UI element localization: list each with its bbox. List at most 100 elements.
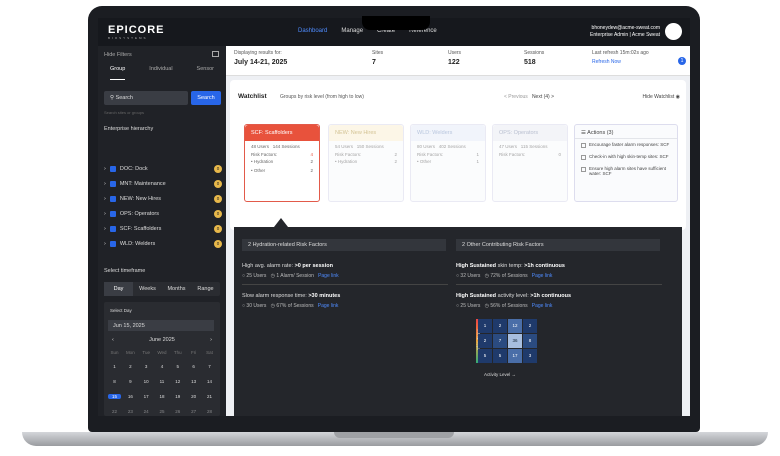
day[interactable]: 11 — [155, 379, 168, 384]
group-item-ops[interactable]: › OPS: Operators 0 — [104, 208, 222, 220]
day[interactable]: 6 — [187, 364, 200, 369]
tab-group[interactable]: Group — [110, 66, 126, 80]
selected-day[interactable]: 15 — [108, 394, 121, 399]
day[interactable]: 3 — [140, 364, 153, 369]
risk-detail-panel: 2 Hydration-related Risk Factors 2 Other… — [234, 227, 682, 416]
count-badge: 0 — [214, 180, 222, 188]
day[interactable]: 17 — [140, 394, 153, 399]
matrix-cell[interactable]: 2 — [523, 319, 537, 333]
count-badge: 0 — [214, 210, 222, 218]
matrix-cell[interactable]: 7 — [493, 334, 507, 348]
panel-toggle-icon[interactable] — [212, 51, 219, 57]
matrix-cell[interactable]: 8 — [523, 334, 537, 348]
day[interactable]: 5 — [171, 364, 184, 369]
day[interactable]: 22 — [108, 409, 121, 414]
hide-filters-link[interactable]: Hide Filters — [104, 52, 132, 58]
day[interactable]: 28 — [203, 409, 216, 414]
previous-button[interactable]: < Previous — [504, 94, 528, 100]
checkbox[interactable] — [109, 196, 116, 202]
tab-months[interactable]: Months — [162, 282, 191, 296]
checkbox — [581, 167, 586, 172]
checkbox[interactable] — [109, 241, 116, 247]
group-item-wld[interactable]: › WLD: Welders 0 — [104, 238, 222, 250]
day[interactable]: 9 — [124, 379, 137, 384]
group-card-scf[interactable]: SCF: Scaffolders 48 Users 144 Sessions R… — [244, 124, 320, 202]
calendar-month: June 2025 — [149, 337, 175, 343]
tab-day[interactable]: Day — [104, 282, 133, 296]
checkbox[interactable] — [109, 181, 116, 187]
group-item-doc[interactable]: › DOC: Dock 0 — [104, 163, 222, 175]
matrix-cell[interactable]: 2 — [478, 334, 492, 348]
week-row: 8 9 10 11 12 13 14 — [108, 379, 216, 384]
nav-dashboard[interactable]: Dashboard — [298, 28, 327, 34]
group-item-scf[interactable]: › SCF: Scaffolders 0 — [104, 223, 222, 235]
chevron-right-icon[interactable]: › — [210, 337, 212, 343]
matrix-cell[interactable]: 1 — [478, 319, 492, 333]
matrix-cell[interactable]: 5 — [493, 349, 507, 363]
week-row: 15 16 17 18 19 20 21 — [108, 394, 216, 399]
checkbox[interactable] — [109, 166, 116, 172]
action-item[interactable]: Encourage faster alarm responses: SCF — [575, 139, 677, 151]
page-link[interactable]: Page link — [532, 273, 553, 279]
day[interactable]: 25 — [155, 409, 168, 414]
day[interactable]: 2 — [124, 364, 137, 369]
day[interactable]: 8 — [108, 379, 121, 384]
page-link[interactable]: Page link — [318, 303, 339, 309]
search-input[interactable]: ⚲ Search — [104, 91, 188, 105]
tab-range[interactable]: Range — [191, 282, 220, 296]
day[interactable]: 24 — [140, 409, 153, 414]
day[interactable]: 23 — [124, 409, 137, 414]
hide-watchlist-button[interactable]: Hide Watchlist ◉ — [642, 94, 680, 100]
day[interactable]: 18 — [155, 394, 168, 399]
page-link[interactable]: Page link — [532, 303, 553, 309]
matrix-cell[interactable]: 36 — [508, 334, 522, 348]
nav-manage[interactable]: Manage — [341, 28, 363, 34]
day[interactable]: 7 — [203, 364, 216, 369]
user-info[interactable]: bhoneydew@acme-sweat.com Enterprise Admi… — [590, 25, 660, 39]
day[interactable]: 26 — [171, 409, 184, 414]
group-item-new[interactable]: › NEW: New Hires 0 — [104, 193, 222, 205]
checkbox[interactable] — [109, 226, 116, 232]
count-badge: 0 — [214, 240, 222, 248]
card-title: WLD: Welders — [411, 125, 485, 141]
action-item[interactable]: Check-in with high skin-temp sites: SCF — [575, 151, 677, 163]
search-button[interactable]: Search — [191, 91, 221, 105]
matrix-cell[interactable]: 5 — [478, 349, 492, 363]
day[interactable]: 19 — [171, 394, 184, 399]
page-link[interactable]: Page link — [318, 273, 339, 279]
tab-weeks[interactable]: Weeks — [133, 282, 162, 296]
tab-sensor[interactable]: Sensor — [197, 66, 214, 80]
results-header: Displaying results for: July 14-21, 2025 … — [226, 46, 690, 76]
day[interactable]: 4 — [155, 364, 168, 369]
day[interactable]: 13 — [187, 379, 200, 384]
group-card-wld[interactable]: WLD: Welders 80 Users 402 Sessions Risk … — [410, 124, 486, 202]
day[interactable]: 21 — [203, 394, 216, 399]
tab-individual[interactable]: Individual — [149, 66, 172, 80]
checkbox[interactable] — [109, 211, 116, 217]
day[interactable]: 16 — [124, 394, 137, 399]
day[interactable]: 12 — [171, 379, 184, 384]
laptop-hinge — [334, 432, 454, 438]
date-field[interactable]: Jun 15, 2025 — [108, 320, 214, 331]
day[interactable]: 27 — [187, 409, 200, 414]
avatar[interactable] — [665, 23, 682, 40]
calendar: Select Day Jun 15, 2025 ‹ June 2025 › Su… — [104, 302, 220, 416]
logo[interactable]: EPICORE BIOSYSTEMS — [108, 24, 165, 40]
matrix-cell[interactable]: 17 — [508, 349, 522, 363]
matrix-cell[interactable]: 3 — [523, 349, 537, 363]
action-item[interactable]: Ensure high alarm sites have sufficient … — [575, 163, 677, 179]
day[interactable]: 20 — [187, 394, 200, 399]
group-card-new[interactable]: NEW: New Hires 54 Users 150 Sessions Ris… — [328, 124, 404, 202]
group-item-mnt[interactable]: › MNT: Maintenance 0 — [104, 178, 222, 190]
next-button[interactable]: Next (4) > — [532, 94, 554, 100]
matrix-cell[interactable]: 12 — [508, 319, 522, 333]
notification-badge[interactable]: 1 — [678, 57, 686, 65]
day[interactable]: 1 — [108, 364, 121, 369]
day[interactable]: 10 — [140, 379, 153, 384]
group-card-ops[interactable]: OPS: Operators 47 Users 115 Sessions Ris… — [492, 124, 568, 202]
count-badge: 0 — [214, 195, 222, 203]
refresh-now-link[interactable]: Refresh Now — [592, 59, 649, 65]
search-hint: Search sites or groups — [104, 110, 145, 115]
matrix-cell[interactable]: 2 — [493, 319, 507, 333]
day[interactable]: 14 — [203, 379, 216, 384]
